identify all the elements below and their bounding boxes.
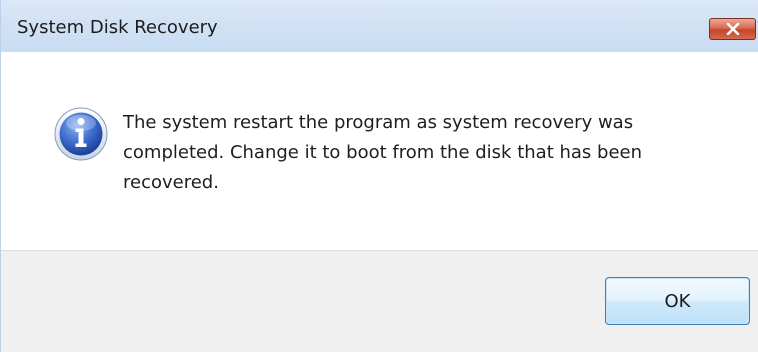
dialog-window: System Disk Recovery The system restart … xyxy=(0,0,758,352)
title-bar[interactable]: System Disk Recovery xyxy=(1,0,758,52)
close-button[interactable] xyxy=(709,18,756,40)
window-title: System Disk Recovery xyxy=(17,17,218,38)
ok-button[interactable]: OK xyxy=(605,277,750,325)
dialog-content: The system restart the program as system… xyxy=(1,52,758,250)
dialog-message: The system restart the program as system… xyxy=(123,112,643,193)
button-bar: OK xyxy=(1,250,758,352)
close-icon xyxy=(726,23,739,35)
info-icon xyxy=(53,106,109,162)
